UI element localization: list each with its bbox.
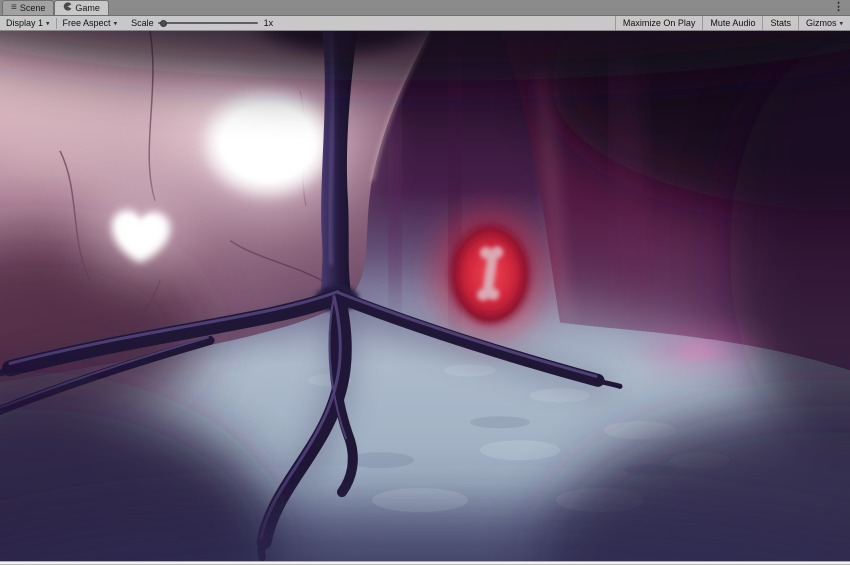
panel-menu-icon: ≡ <box>11 2 17 13</box>
game-view-icon <box>63 2 72 14</box>
maximize-on-play-button[interactable]: Maximize On Play <box>614 16 703 30</box>
kebab-menu-icon[interactable]: ⋮ <box>827 0 850 15</box>
maximize-on-play-label: Maximize On Play <box>622 18 696 28</box>
tab-scene[interactable]: ≡ Scene <box>2 0 55 15</box>
stats-button[interactable]: Stats <box>762 16 798 30</box>
scale-slider-track[interactable] <box>157 22 258 24</box>
game-toolbar: Display 1 ▾ Free Aspect ▾ Scale 1x Maxim… <box>0 16 850 31</box>
scale-slider[interactable] <box>157 18 258 29</box>
mute-audio-button[interactable]: Mute Audio <box>702 16 762 30</box>
chevron-down-icon: ▾ <box>839 20 843 28</box>
chevron-down-icon: ▾ <box>46 20 50 28</box>
scale-slider-knob[interactable] <box>159 19 167 27</box>
red-portal <box>432 208 548 341</box>
tab-game[interactable]: Game <box>54 0 109 15</box>
display-dropdown-value: Display 1 <box>6 18 44 28</box>
tab-strip: ≡ Scene Game ⋮ <box>0 0 850 16</box>
window-bottom-edge <box>0 561 850 564</box>
tab-game-label: Game <box>75 3 100 13</box>
toolbar-right-group: Maximize On Play Mute Audio Stats Gizmos… <box>614 16 850 30</box>
stats-label: Stats <box>770 18 791 28</box>
aspect-dropdown[interactable]: Free Aspect ▾ <box>57 16 124 30</box>
chevron-down-icon: ▾ <box>113 20 118 28</box>
eye-glow-small <box>88 184 192 277</box>
display-dropdown[interactable]: Display 1 ▾ <box>0 16 56 30</box>
game-viewport[interactable] <box>0 31 850 561</box>
unity-game-view-window: ≡ Scene Game ⋮ Display 1 ▾ Free Aspect ▾… <box>0 0 850 565</box>
aspect-dropdown-value: Free Aspect <box>62 18 111 28</box>
mute-audio-label: Mute Audio <box>710 18 756 28</box>
scale-label: Scale <box>131 18 154 28</box>
scale-value: 1x <box>263 18 274 28</box>
game-scene <box>0 31 850 561</box>
gizmos-label: Gizmos <box>805 18 837 28</box>
pink-floor-glow <box>640 333 760 368</box>
gizmos-dropdown[interactable]: Gizmos ▾ <box>797 16 850 30</box>
tab-scene-label: Scene <box>19 3 46 13</box>
